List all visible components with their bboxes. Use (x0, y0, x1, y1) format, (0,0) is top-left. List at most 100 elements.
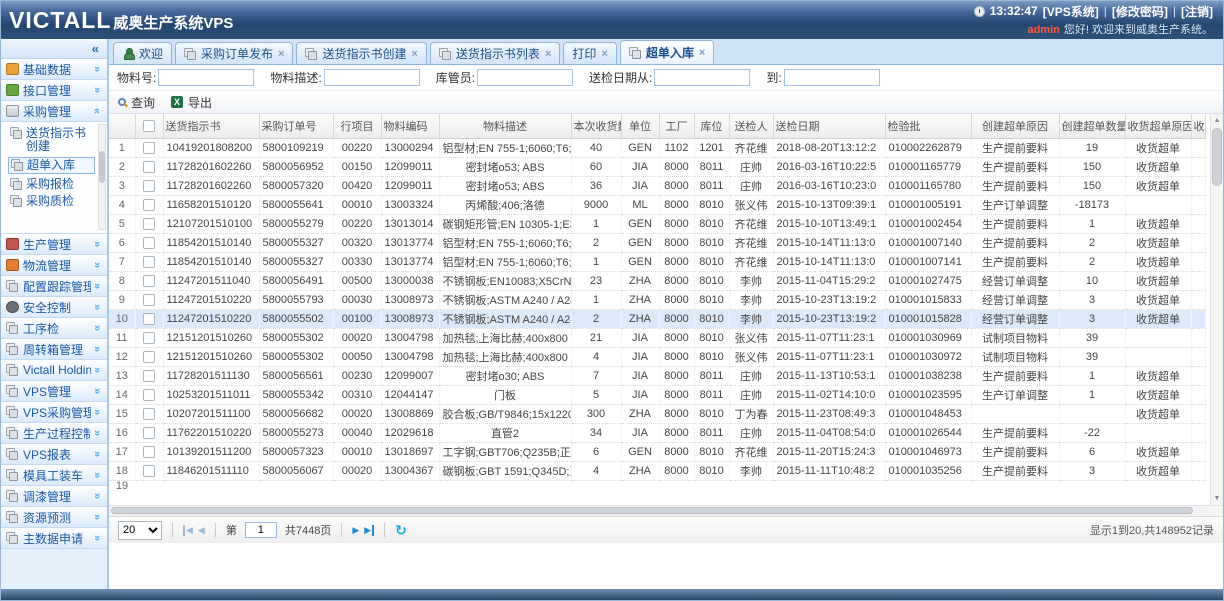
column-header-8[interactable]: 库位 (694, 114, 729, 138)
row-checkbox[interactable] (143, 180, 155, 192)
sidebar-item-vps-mgmt[interactable]: VPS管理» (1, 381, 107, 402)
table-row[interactable]: 131172820151113058000565610023012099007密… (109, 366, 1205, 385)
page-size-select[interactable]: 20 (118, 521, 162, 540)
column-header-11[interactable]: 检验批 (885, 114, 971, 138)
row-checkbox[interactable] (143, 218, 155, 230)
first-page-icon[interactable]: ◀ (183, 525, 193, 536)
logout-link[interactable]: [注销] (1181, 3, 1213, 20)
sidebar-item-purchase-mgmt[interactable]: 采购管理» (1, 101, 107, 122)
sidebar-item-production-process-control[interactable]: 生产过程控制» (1, 423, 107, 444)
row-checkbox[interactable] (143, 351, 155, 363)
column-header-0[interactable]: 送货指示书 (163, 114, 259, 138)
tab-close-icon[interactable]: × (699, 47, 705, 59)
vertical-scrollbar[interactable]: ▲ ▼ (1210, 114, 1223, 505)
column-header-13[interactable]: 创建超单数量 (1059, 114, 1125, 138)
tab-close-icon[interactable]: × (545, 48, 551, 60)
table-row[interactable]: 171013920151120058000573230001013018697工… (109, 442, 1205, 461)
column-header-3[interactable]: 物料编码 (381, 114, 439, 138)
sidebar-item-victall-holding[interactable]: Victall Holding» (1, 360, 107, 381)
table-row[interactable]: 41165820151012058000556410001013003324丙烯… (109, 195, 1205, 214)
column-header-5[interactable]: 本次收货数 (571, 114, 621, 138)
table-row[interactable]: 21172820160226058000569520015012099011密封… (109, 157, 1205, 176)
sidebar-collapse-button[interactable]: « (92, 41, 99, 56)
sidebar-item-process-inspect[interactable]: 工序检» (1, 318, 107, 339)
tab-welcome[interactable]: 欢迎 (113, 42, 172, 64)
tab-close-icon[interactable]: × (411, 48, 417, 60)
row-checkbox[interactable] (143, 389, 155, 401)
sidebar-item-paint-mixing[interactable]: 调漆管理» (1, 486, 107, 507)
column-header-10[interactable]: 送检日期 (773, 114, 885, 138)
submenu-scrollbar[interactable] (98, 124, 106, 230)
sidebar-item-logistics-mgmt[interactable]: 物流管理» (1, 255, 107, 276)
row-checkbox[interactable] (143, 142, 155, 154)
row-checkbox[interactable] (143, 294, 155, 306)
table-row[interactable]: 121215120151026058000553020005013004798加… (109, 347, 1205, 366)
column-header-2[interactable]: 行项目 (333, 114, 381, 138)
query-button[interactable]: 查询 (118, 94, 155, 111)
inspect-date-to-input[interactable] (784, 69, 880, 86)
sidebar-item-turnover-box[interactable]: 周转箱管理» (1, 339, 107, 360)
inspect-date-from-input[interactable] (654, 69, 750, 86)
row-checkbox[interactable] (143, 427, 155, 439)
scroll-up-icon[interactable]: ▲ (1211, 114, 1223, 127)
last-page-icon[interactable]: ▶ (364, 525, 374, 536)
change-password-link[interactable]: [修改密码] (1112, 3, 1168, 20)
row-checkbox[interactable] (143, 256, 155, 268)
column-header-15[interactable]: 收货 (1191, 114, 1205, 138)
prev-page-icon[interactable]: ◀ (198, 525, 205, 536)
tab-close-icon[interactable]: × (278, 48, 284, 60)
table-row[interactable]: 31172820160226058000573200042012099011密封… (109, 176, 1205, 195)
sidebar-subitem-delivery-note-create[interactable]: 送货指示书创建 (10, 127, 95, 153)
tab-delivery-note-create[interactable]: 送货指示书创建× (296, 42, 426, 64)
row-checkbox[interactable] (143, 199, 155, 211)
row-checkbox[interactable] (143, 465, 155, 477)
sidebar-item-master-data-request[interactable]: 主数据申请» (1, 528, 107, 549)
sidebar-subitem-purchase-inspect-report[interactable]: 采购报检 (10, 178, 95, 191)
table-row[interactable]: 111215120151026058000553020002013004798加… (109, 328, 1205, 347)
row-checkbox[interactable] (143, 237, 155, 249)
scrollbar-thumb[interactable] (1212, 128, 1222, 186)
sidebar-item-vps-report[interactable]: VPS报表» (1, 444, 107, 465)
table-row[interactable]: 81124720151104058000564910050013000038不锈… (109, 271, 1205, 290)
sidebar-subitem-purchase-quality-inspect[interactable]: 采购质检 (10, 195, 95, 208)
select-all-checkbox[interactable] (143, 120, 155, 132)
tab-purchase-order-publish[interactable]: 采购订单发布× (175, 42, 293, 64)
sidebar-item-vps-purchase[interactable]: VPS采购管理» (1, 402, 107, 423)
scrollbar-thumb[interactable] (111, 507, 1193, 514)
sidebar-item-mold-tooling-cart[interactable]: 模具工装车» (1, 465, 107, 486)
sidebar-item-config-tracking[interactable]: 配置跟踪管理» (1, 276, 107, 297)
column-header-1[interactable]: 采购订单号 (259, 114, 333, 138)
refresh-icon[interactable]: ↻ (395, 522, 407, 539)
sidebar-item-interface-mgmt[interactable]: 接口管理» (1, 80, 107, 101)
sidebar-item-safety-control[interactable]: 安全控制» (1, 297, 107, 318)
column-header-4[interactable]: 物料描述 (439, 114, 571, 138)
column-header-14[interactable]: 收货超单原因 (1125, 114, 1191, 138)
table-row[interactable]: 51210720151010058000552790022013013014碳钢… (109, 214, 1205, 233)
row-checkbox[interactable] (143, 161, 155, 173)
warehouse-keeper-input[interactable] (477, 69, 573, 86)
scroll-down-icon[interactable]: ▼ (1211, 492, 1223, 505)
horizontal-scrollbar[interactable] (109, 505, 1223, 516)
tab-delivery-note-list[interactable]: 送货指示书列表× (430, 42, 560, 64)
page-number-input[interactable] (245, 522, 277, 538)
table-row[interactable]: 91124720151022058000557930003013008973不锈… (109, 290, 1205, 309)
table-row[interactable]: 151020720151110058000566820002013008869胶… (109, 404, 1205, 423)
material-no-input[interactable] (158, 69, 254, 86)
table-row[interactable]: 71185420151014058000553270033013013774铝型… (109, 252, 1205, 271)
table-row[interactable]: 161176220151022058000552730004012029618直… (109, 423, 1205, 442)
row-checkbox[interactable] (143, 446, 155, 458)
column-header-6[interactable]: 单位 (621, 114, 659, 138)
table-row[interactable]: 11041920180820058001092190022013000294铝型… (109, 138, 1205, 157)
tab-print[interactable]: 打印× (563, 42, 616, 64)
vps-system-link[interactable]: [VPS系统] (1043, 3, 1099, 20)
next-page-icon[interactable]: ▶ (352, 525, 359, 536)
table-row[interactable]: 181184620151111058000560670002013004367碳… (109, 461, 1205, 480)
export-button[interactable]: 导出 (171, 94, 212, 111)
table-row[interactable]: 101124720151022058000555020010013008973不… (109, 309, 1205, 328)
table-row[interactable]: 61185420151014058000553270032013013774铝型… (109, 233, 1205, 252)
row-checkbox[interactable] (143, 408, 155, 420)
material-desc-input[interactable] (324, 69, 420, 86)
row-checkbox[interactable] (143, 332, 155, 344)
column-header-9[interactable]: 送检人 (729, 114, 773, 138)
sidebar-item-base-data[interactable]: 基础数据» (1, 59, 107, 80)
